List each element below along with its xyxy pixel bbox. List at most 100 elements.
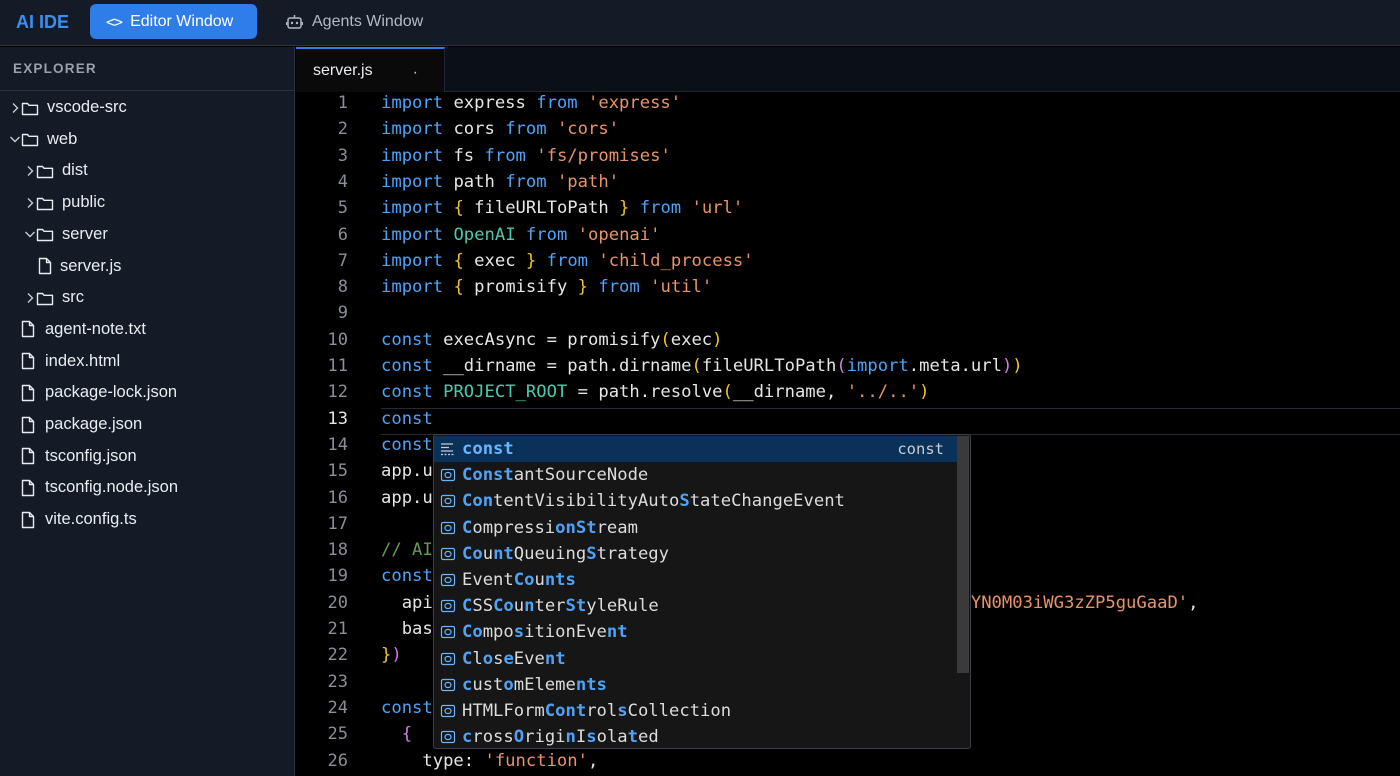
match-segment: ream <box>596 517 638 538</box>
line-number: 26 <box>327 750 348 771</box>
code-token: 'url' <box>691 198 744 219</box>
autocomplete-item-label: CompressionStream <box>462 518 638 538</box>
autocomplete-scrollbar[interactable] <box>957 436 969 673</box>
tab-editor-window-label: Editor Window <box>130 12 234 30</box>
autocomplete-item[interactable]: CompressionStream <box>434 515 957 541</box>
code-token: 'express' <box>588 93 682 113</box>
code-line: 5 import { fileURLToPath } from 'url' <box>296 198 1400 224</box>
tree-file-agent-note-txt[interactable]: agent-note.txt <box>0 314 294 345</box>
code-text: import { promisify } from 'util' <box>381 277 712 297</box>
symbol-icon <box>440 469 456 482</box>
line-number: 21 <box>327 619 348 639</box>
code-text: type: 'function', <box>381 751 598 771</box>
top-bar: AI IDE <> Editor Window Agents Window <box>0 0 1400 46</box>
tree-folder-web[interactable]: web <box>0 124 294 155</box>
tree-file-index-html[interactable]: index.html <box>0 346 294 377</box>
line-number: 20 <box>327 592 348 613</box>
autocomplete-item-label: CountQueuingStrategy <box>462 544 669 564</box>
code-text: bas <box>381 619 433 639</box>
code-token: OpenAI <box>453 224 516 245</box>
code-line: 12 const PROJECT_ROOT = path.resolve(__di… <box>296 382 1400 408</box>
line-number: 2 <box>337 119 348 140</box>
code-token: execAsync = promisify <box>432 329 661 350</box>
chevron-down-icon <box>25 231 35 238</box>
tree-file-server-js[interactable]: server.js <box>0 251 294 282</box>
line-number: 16 <box>327 487 348 508</box>
file-icon <box>21 511 35 528</box>
tree-file-package-json[interactable]: package.json <box>0 409 294 440</box>
code-token: ( <box>691 356 702 376</box>
tree-file-vite-config-ts[interactable]: vite.config.ts <box>0 504 294 535</box>
autocomplete-item-label: crossOriginIsolated <box>462 727 659 747</box>
line-number: 23 <box>327 671 348 692</box>
code-line: 26 type: 'function', <box>296 751 1400 776</box>
line-number: 8 <box>337 277 348 298</box>
code-token: , <box>587 750 599 771</box>
match-segment: nt <box>606 622 628 643</box>
match-segment: I <box>575 727 587 748</box>
code-token: 'cors' <box>556 119 620 140</box>
autocomplete-item[interactable]: const const <box>434 436 957 463</box>
tree-folder-server[interactable]: server <box>0 219 294 250</box>
code-text: import path from 'path' <box>381 172 619 192</box>
autocomplete-item[interactable]: customElements <box>434 672 957 698</box>
autocomplete-item[interactable]: EventCounts <box>434 567 957 593</box>
match-segment: mpo <box>482 622 514 643</box>
code-token: const <box>381 566 433 587</box>
autocomplete-item[interactable]: ConstantSourceNode <box>434 462 957 488</box>
match-segment: e <box>503 648 514 669</box>
match-segment: C <box>462 648 473 669</box>
symbol-icon <box>440 521 456 534</box>
folder-icon <box>21 133 39 147</box>
autocomplete-item-label: customElements <box>462 675 607 695</box>
tree-folder-vscode-src[interactable]: vscode-src <box>0 92 294 123</box>
tab-agents-window[interactable]: Agents Window <box>286 4 423 39</box>
code-token: } <box>577 277 588 298</box>
tab-editor-window[interactable]: <> Editor Window <box>90 4 257 39</box>
code-token: const <box>381 697 433 718</box>
match-segment: ompressi <box>472 517 556 538</box>
autocomplete-item[interactable]: ContentVisibilityAutoStateChangeEvent <box>434 488 957 514</box>
code-text: }) <box>381 645 402 665</box>
autocomplete-item[interactable]: HTMLFormControlsCollection <box>434 698 957 724</box>
code-text: const PROJECT_ROOT = path.resolve(__dirn… <box>381 382 930 402</box>
modified-dot-icon[interactable]: · <box>413 64 418 82</box>
match-segment: nt <box>544 648 566 669</box>
tree-folder-dist[interactable]: dist <box>0 155 294 186</box>
snippet-icon <box>441 443 455 456</box>
code-text: const <box>381 566 433 586</box>
tree-file-tsconfig-json[interactable]: tsconfig.json <box>0 441 294 472</box>
match-segment: Cont <box>544 701 587 722</box>
tree-item-label: public <box>62 193 106 212</box>
symbol-icon <box>440 495 456 508</box>
tab-server-js[interactable]: server.js · <box>296 47 445 92</box>
autocomplete-item[interactable]: crossOriginIsolated <box>434 724 957 748</box>
current-line-highlight <box>381 407 1400 435</box>
tree-file-tsconfig-node-json[interactable]: tsconfig.node.json <box>0 472 294 503</box>
line-number: 4 <box>337 171 348 192</box>
code-token: } <box>381 645 392 666</box>
autocomplete-item[interactable]: CountQueuingStrategy <box>434 541 957 567</box>
line-number: 5 <box>337 198 348 219</box>
tree-file-package-lock-json[interactable]: package-lock.json <box>0 377 294 408</box>
tree-folder-src[interactable]: src <box>0 282 294 313</box>
code-token: } <box>619 198 630 219</box>
autocomplete-item[interactable]: CloseEvent <box>434 646 957 672</box>
autocomplete-item[interactable]: CompositionEvent <box>434 619 957 645</box>
match-segment: HTMLForm <box>462 701 545 722</box>
code-line: 3 import fs from 'fs/promises' <box>296 146 1400 172</box>
code-token: const <box>381 408 433 429</box>
code-token: ( <box>660 329 671 350</box>
code-text: import fs from 'fs/promises' <box>381 146 671 166</box>
tree-folder-public[interactable]: public <box>0 187 294 218</box>
match-segment: s <box>513 622 525 643</box>
code-text: const <box>381 435 433 455</box>
autocomplete-item[interactable]: CSSCounterStyleRule <box>434 593 957 619</box>
line-number: 9 <box>337 303 348 324</box>
